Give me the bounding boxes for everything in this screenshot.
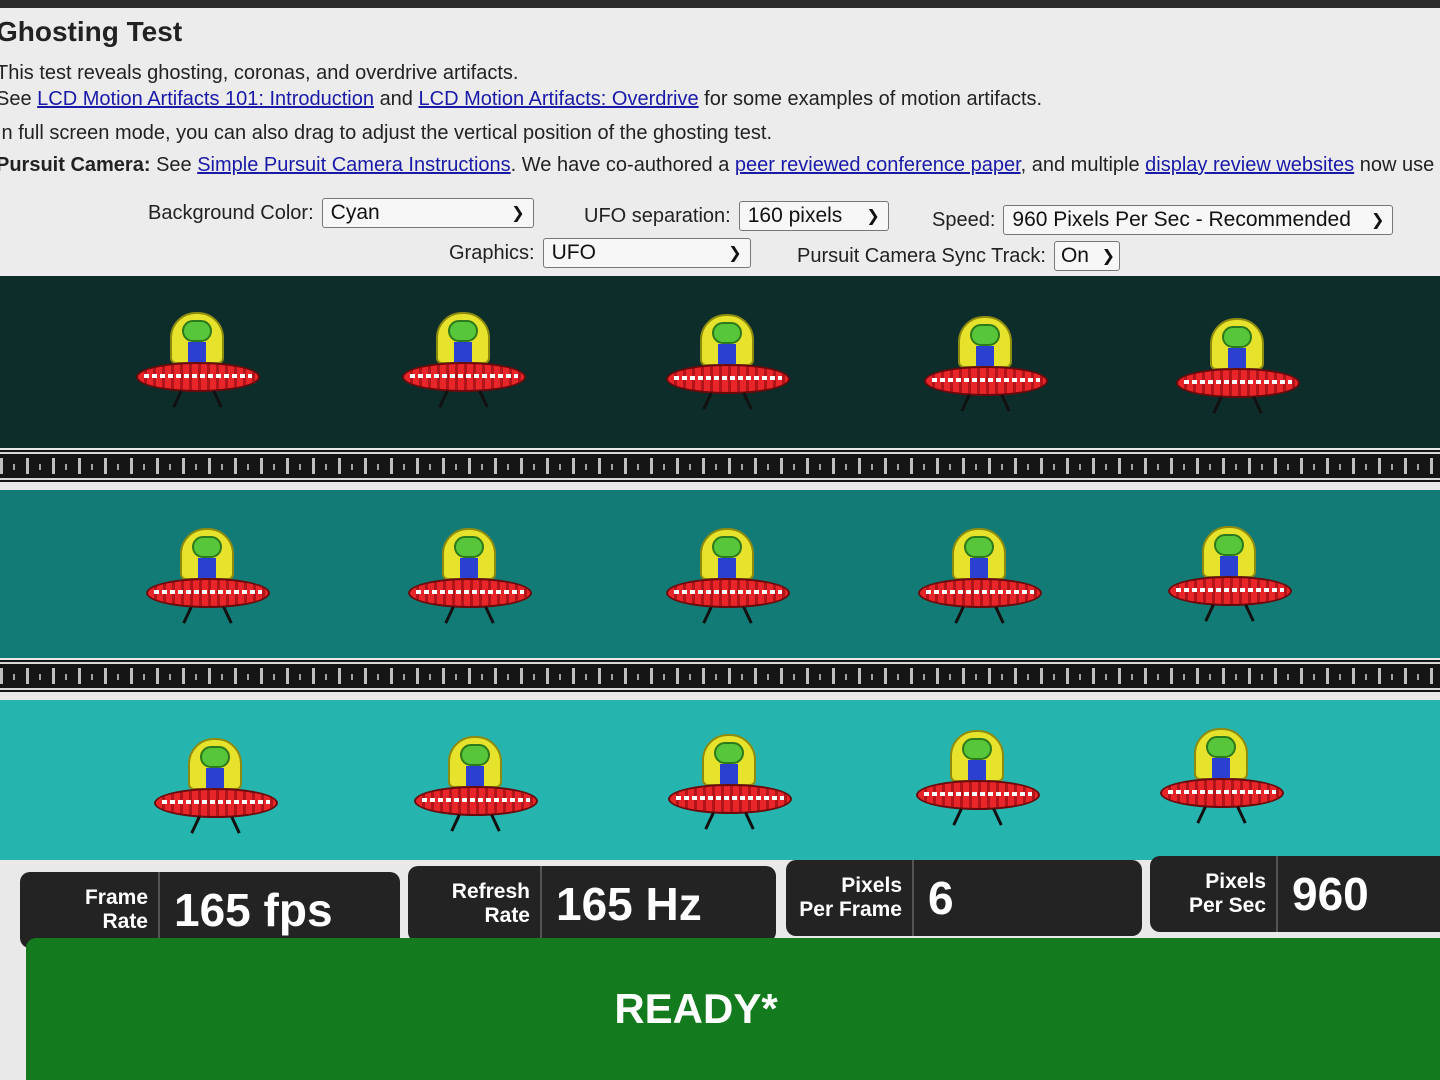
page-title: Ghosting Test bbox=[0, 16, 183, 47]
frame-rate-label-line2: Rate bbox=[102, 910, 148, 933]
ufo-icon bbox=[402, 312, 526, 408]
sync-track-control: Pursuit Camera Sync Track: On ❯ bbox=[797, 241, 1120, 271]
sync-track-label: Pursuit Camera Sync Track: bbox=[797, 244, 1046, 267]
refresh-label-line1: Refresh bbox=[451, 879, 530, 903]
pixels-per-frame-value: 6 bbox=[928, 872, 954, 924]
ufo-icon bbox=[916, 730, 1040, 826]
pixels-per-sec-label: Pixels Per Sec bbox=[1150, 856, 1278, 932]
refresh-rate-value: 165 Hz bbox=[556, 878, 702, 930]
frame-rate-label: Frame Rate bbox=[20, 872, 160, 948]
background-color-value: Cyan bbox=[330, 201, 380, 224]
pursuit-camera-line: Pursuit Camera: See Simple Pursuit Camer… bbox=[0, 154, 1440, 177]
chevron-down-icon: ❯ bbox=[1101, 248, 1115, 265]
pixels-per-sec-value: 960 bbox=[1292, 868, 1369, 920]
ufo-icon bbox=[146, 528, 270, 624]
pixels-per-sec-stat: Pixels Per Sec 960 bbox=[1150, 856, 1440, 932]
graphics-control: Graphics: UFO ❯ bbox=[449, 238, 751, 268]
ufo-icon bbox=[918, 528, 1042, 624]
fullscreen-note: In full screen mode, you can also drag t… bbox=[0, 122, 772, 145]
ufo-icon bbox=[1160, 728, 1284, 824]
ufo-separation-select[interactable]: 160 pixels ❯ bbox=[738, 201, 889, 231]
chevron-down-icon: ❯ bbox=[728, 245, 742, 262]
sync-track-value: On bbox=[1060, 244, 1089, 267]
sync-track-bottom bbox=[0, 660, 1440, 692]
ufo-band-light bbox=[0, 700, 1440, 860]
pps-label-line1: Pixels bbox=[1205, 869, 1266, 893]
ufo-icon bbox=[666, 528, 790, 624]
graphics-label: Graphics: bbox=[449, 241, 535, 264]
ufo-icon bbox=[666, 314, 790, 410]
ufo-icon bbox=[1176, 318, 1300, 414]
ufo-icon bbox=[136, 312, 260, 408]
ppf-label-line1: Pixels bbox=[841, 873, 902, 897]
intro-sentence: This test reveals ghosting, coronas, and… bbox=[0, 62, 519, 84]
pursuit-label: Pursuit Camera: bbox=[0, 154, 151, 176]
link-lcd-motion-overdrive[interactable]: LCD Motion Artifacts: Overdrive bbox=[419, 88, 699, 110]
top-bezel bbox=[0, 0, 1440, 8]
frame-rate-stat: Frame Rate 165 fps bbox=[20, 872, 400, 948]
pursuit-mid: . We have co-authored a bbox=[510, 154, 730, 176]
speed-value: 960 Pixels Per Sec - Recommended bbox=[1012, 208, 1351, 231]
frame-rate-label-line1: Frame bbox=[84, 885, 148, 909]
link-lcd-motion-intro[interactable]: LCD Motion Artifacts 101: Introduction bbox=[37, 88, 374, 110]
see-links-line: See LCD Motion Artifacts 101: Introducti… bbox=[0, 88, 1042, 111]
speed-select[interactable]: 960 Pixels Per Sec - Recommended ❯ bbox=[1003, 205, 1394, 235]
background-color-control: Background Color: Cyan ❯ bbox=[148, 198, 534, 228]
ufo-icon bbox=[1168, 526, 1292, 622]
speed-label: Speed: bbox=[932, 208, 996, 231]
intro-text: This test reveals ghosting, coronas, and… bbox=[0, 62, 518, 85]
ufo-band-mid bbox=[0, 490, 1440, 658]
ufo-icon bbox=[414, 736, 538, 832]
frame-rate-value: 165 fps bbox=[174, 884, 333, 936]
ufo-band-dark bbox=[0, 276, 1440, 448]
refresh-label-line2: Rate bbox=[484, 904, 530, 927]
chevron-down-icon: ❯ bbox=[866, 208, 880, 225]
pursuit-see: See bbox=[156, 154, 192, 176]
graphics-value: UFO bbox=[551, 241, 596, 264]
link-pursuit-instructions[interactable]: Simple Pursuit Camera Instructions bbox=[197, 154, 510, 176]
background-color-label: Background Color: bbox=[148, 201, 314, 224]
speed-control: Speed: 960 Pixels Per Sec - Recommended … bbox=[932, 205, 1394, 235]
ready-status-text: READY* bbox=[614, 985, 778, 1032]
ufo-icon bbox=[924, 316, 1048, 412]
pixels-per-frame-label: Pixels Per Frame bbox=[786, 860, 914, 936]
see-prefix: See bbox=[0, 88, 32, 110]
background-color-select[interactable]: Cyan ❯ bbox=[321, 198, 534, 228]
ufo-separation-value: 160 pixels bbox=[747, 204, 843, 227]
ufo-icon bbox=[408, 528, 532, 624]
fullscreen-note-text: In full screen mode, you can also drag t… bbox=[0, 122, 773, 144]
sync-track-select[interactable]: On ❯ bbox=[1053, 241, 1120, 271]
pps-label-line2: Per Sec bbox=[1188, 894, 1266, 917]
page-header: Ghosting Test This test reveals ghosting… bbox=[0, 8, 1440, 276]
refresh-rate-label: Refresh Rate bbox=[408, 866, 542, 942]
graphics-select[interactable]: UFO ❯ bbox=[542, 238, 751, 268]
ufo-separation-label: UFO separation: bbox=[584, 204, 731, 227]
ready-status-bar: READY* bbox=[26, 938, 1440, 1080]
pursuit-mid2: , and multiple bbox=[1020, 154, 1140, 176]
pursuit-tail: now use t bbox=[1359, 154, 1440, 176]
refresh-rate-stat: Refresh Rate 165 Hz bbox=[408, 866, 776, 942]
pixels-per-frame-stat: Pixels Per Frame 6 bbox=[786, 860, 1142, 936]
ufo-icon bbox=[154, 738, 278, 834]
link-conference-paper[interactable]: peer reviewed conference paper bbox=[735, 154, 1021, 176]
chevron-down-icon: ❯ bbox=[1370, 212, 1385, 229]
ufo-icon bbox=[668, 734, 792, 830]
link-review-websites[interactable]: display review websites bbox=[1145, 154, 1354, 176]
ufo-separation-control: UFO separation: 160 pixels ❯ bbox=[584, 201, 889, 231]
chevron-down-icon: ❯ bbox=[511, 205, 525, 222]
sync-track-top bbox=[0, 450, 1440, 482]
and-word: and bbox=[379, 88, 413, 110]
stats-bar: Frame Rate 165 fps Refresh Rate 165 Hz Pix… bbox=[0, 856, 1440, 948]
see-suffix: for some examples of motion artifacts. bbox=[704, 88, 1043, 110]
ppf-label-line2: Per Frame bbox=[799, 898, 902, 921]
